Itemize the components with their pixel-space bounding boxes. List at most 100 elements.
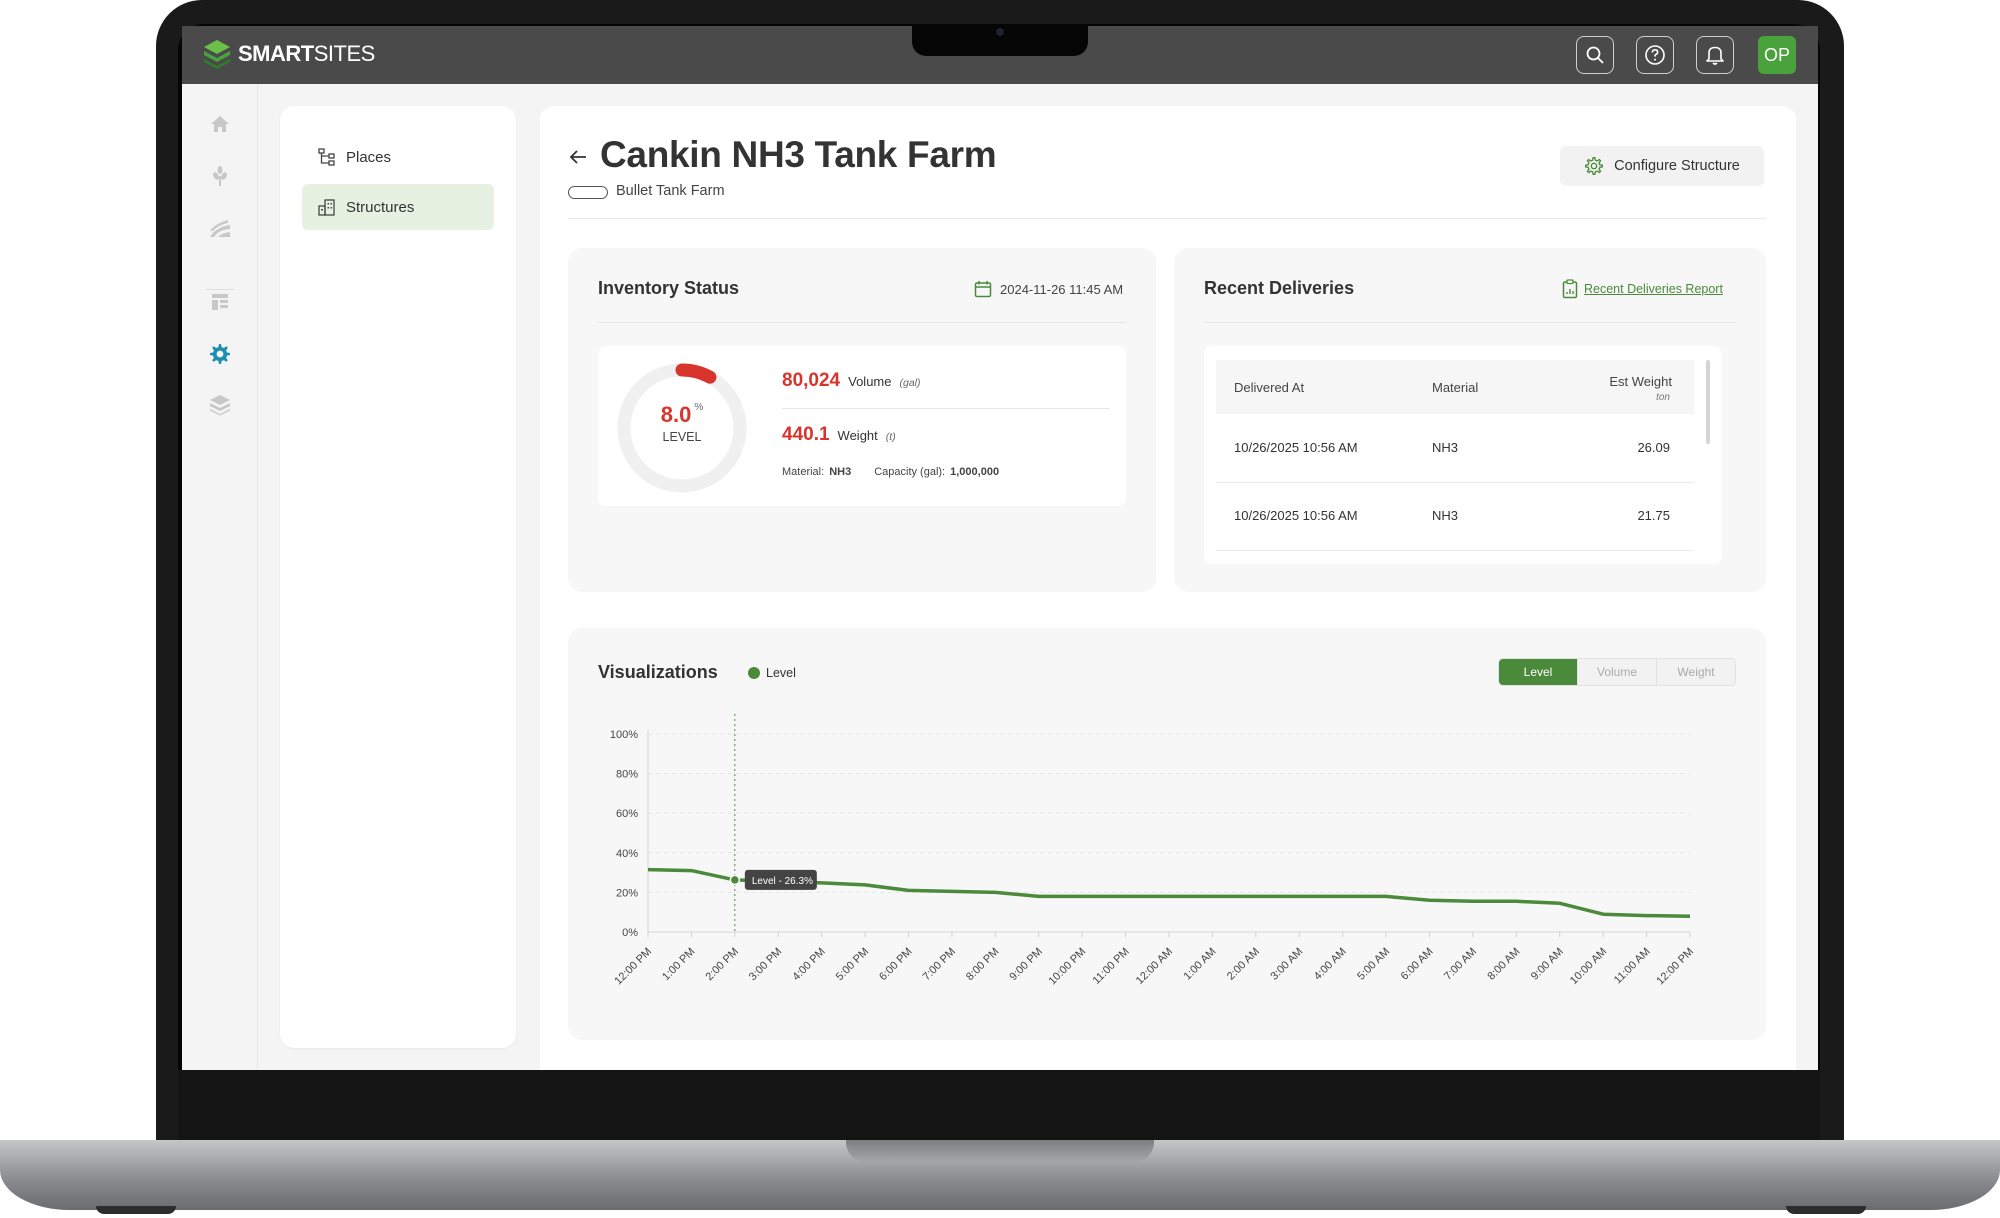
- rail-smartsites[interactable]: [206, 390, 234, 418]
- inventory-detail-box: 8.0% LEVEL 80,024 Volume (gal) 440.1 Wei…: [598, 346, 1126, 506]
- est-weight-unit: ton: [1656, 392, 1670, 403]
- icon-rail: [182, 84, 258, 1070]
- subnav-item-structures[interactable]: Structures: [302, 184, 494, 230]
- data-point: [729, 874, 741, 886]
- x-tick-label: 10:00 AM: [1568, 946, 1609, 987]
- material-info: Material: NH3 Capacity (gal): 1,000,000: [782, 466, 999, 478]
- capacity-label: Capacity (gal):: [874, 466, 946, 478]
- report-link-text: Recent Deliveries Report: [1584, 282, 1723, 296]
- x-tick-label: 3:00 AM: [1268, 946, 1305, 983]
- recent-deliveries-title: Recent Deliveries: [1204, 278, 1355, 298]
- rail-settings[interactable]: [206, 340, 234, 368]
- deliveries-table: Delivered At Material Est Weight ton 10/…: [1204, 346, 1722, 564]
- plant-icon: [213, 166, 227, 186]
- row1-est-weight: 26.09: [1637, 440, 1670, 455]
- card-divider: [598, 322, 1126, 323]
- smartsites-logo-icon: [204, 40, 230, 69]
- configure-structure-button[interactable]: Configure Structure: [1560, 146, 1764, 186]
- volume-unit: (gal): [899, 377, 921, 389]
- y-tick-label: 20%: [616, 887, 638, 899]
- level-value: 8.0: [660, 402, 692, 427]
- configure-structure-label: Configure Structure: [1614, 158, 1740, 174]
- page-title: Cankin NH3 Tank Farm: [600, 134, 997, 175]
- weight-value: 440.1: [782, 424, 830, 445]
- row2-est-weight: 21.75: [1637, 508, 1670, 523]
- search-button[interactable]: [1576, 36, 1614, 74]
- calendar-icon: [974, 281, 992, 298]
- inventory-timestamp: 2024-11-26 11:45 AM: [974, 280, 1123, 298]
- capacity-value: 1,000,000: [950, 466, 1000, 478]
- user-avatar[interactable]: OP: [1758, 36, 1796, 74]
- inventory-status-card: Inventory Status 2024-11-26 11:45 AM 8.0…: [568, 248, 1156, 592]
- subnav-item-label: Places: [346, 148, 392, 166]
- rail-reports[interactable]: [206, 288, 234, 316]
- x-tick-label: 2:00 AM: [1225, 946, 1262, 983]
- rail-home[interactable]: [206, 110, 234, 138]
- readout-divider: [782, 408, 1110, 409]
- x-tick-label: 6:00 PM: [877, 946, 914, 983]
- subnav-item-label: Structures: [346, 198, 415, 216]
- card-divider: [1204, 322, 1736, 323]
- rail-crops[interactable]: [206, 162, 234, 190]
- table-scrollbar[interactable]: [1706, 360, 1710, 444]
- x-tick-label: 7:00 PM: [921, 946, 958, 983]
- column-header-material[interactable]: Material: [1432, 380, 1478, 395]
- back-button[interactable]: [568, 148, 588, 171]
- app-logo[interactable]: SMARTSITES: [202, 38, 375, 70]
- row1-material: NH3: [1432, 440, 1459, 455]
- x-tick-label: 6:00 AM: [1399, 946, 1436, 983]
- x-tick-label: 9:00 AM: [1529, 946, 1566, 983]
- material-value: NH3: [829, 466, 852, 478]
- x-tick-label: 1:00 AM: [1182, 946, 1219, 983]
- row1-delivered-at: 10/26/2025 10:56 AM: [1234, 440, 1358, 455]
- x-tick-label: 2:00 PM: [704, 946, 741, 983]
- row-divider: [1216, 550, 1694, 551]
- y-tick-label: 40%: [616, 848, 638, 860]
- visualizations-card: Visualizations Level Level Volume Weight…: [568, 628, 1766, 1040]
- logo-text: SMARTSITES: [238, 41, 375, 66]
- x-tick-label: 12:00 AM: [1134, 946, 1175, 987]
- level-unit: %: [694, 402, 704, 413]
- row2-delivered-at: 10/26/2025 10:56 AM: [1234, 508, 1358, 523]
- subnav-item-places[interactable]: Places: [302, 134, 494, 180]
- laptop-foot-right: [1786, 1206, 1866, 1214]
- x-tick-label: 7:00 AM: [1442, 946, 1479, 983]
- x-tick-label: 4:00 PM: [790, 946, 827, 983]
- gauge-readout: 8.0% LEVEL: [612, 402, 752, 444]
- x-tick-label: 5:00 AM: [1355, 946, 1392, 983]
- list-icon: [212, 294, 228, 310]
- x-tick-label: 12:00 PM: [1654, 946, 1696, 988]
- column-header-est-weight[interactable]: Est Weight: [1609, 374, 1672, 389]
- notifications-button[interactable]: [1696, 36, 1734, 74]
- gear-outline-icon: [1585, 157, 1604, 175]
- laptop-foot-left: [96, 1206, 176, 1214]
- hierarchy-icon: [318, 148, 335, 166]
- volume-readout: 80,024 Volume (gal): [782, 370, 921, 392]
- main-content: Cankin NH3 Tank Farm Bullet Tank Farm Co…: [540, 106, 1796, 1070]
- y-tick-label: 60%: [616, 808, 638, 820]
- x-tick-label: 11:00 PM: [1090, 946, 1131, 987]
- header-divider: [568, 218, 1766, 219]
- column-header-delivered-at[interactable]: Delivered At: [1234, 380, 1304, 395]
- recent-deliveries-report-link[interactable]: Recent Deliveries Report: [1562, 279, 1723, 299]
- layers-icon: [210, 395, 230, 416]
- laptop-lid-notch: [846, 1140, 1154, 1162]
- y-tick-label: 100%: [610, 729, 638, 741]
- building-icon: [318, 199, 335, 216]
- y-tick-label: 80%: [616, 769, 638, 781]
- x-tick-label: 8:00 PM: [964, 946, 1001, 983]
- app-screen: SMARTSITES OP Places Structures Cankin N…: [182, 26, 1818, 1070]
- gauge-level-arc: [675, 363, 717, 384]
- timestamp-text: 2024-11-26 11:45 AM: [1000, 281, 1124, 297]
- gear-icon: [210, 344, 230, 364]
- inventory-status-title: Inventory Status: [598, 278, 740, 298]
- recent-deliveries-card: Recent Deliveries Recent Deliveries Repo…: [1174, 248, 1766, 592]
- help-icon: [1645, 45, 1665, 65]
- tank-shape-icon: [568, 186, 608, 199]
- weight-readout: 440.1 Weight (t): [782, 424, 896, 446]
- x-tick-label: 8:00 AM: [1485, 946, 1522, 983]
- rail-fields[interactable]: [206, 214, 234, 242]
- home-icon: [211, 116, 229, 132]
- sub-navigation: Places Structures: [280, 106, 516, 1048]
- help-button[interactable]: [1636, 36, 1674, 74]
